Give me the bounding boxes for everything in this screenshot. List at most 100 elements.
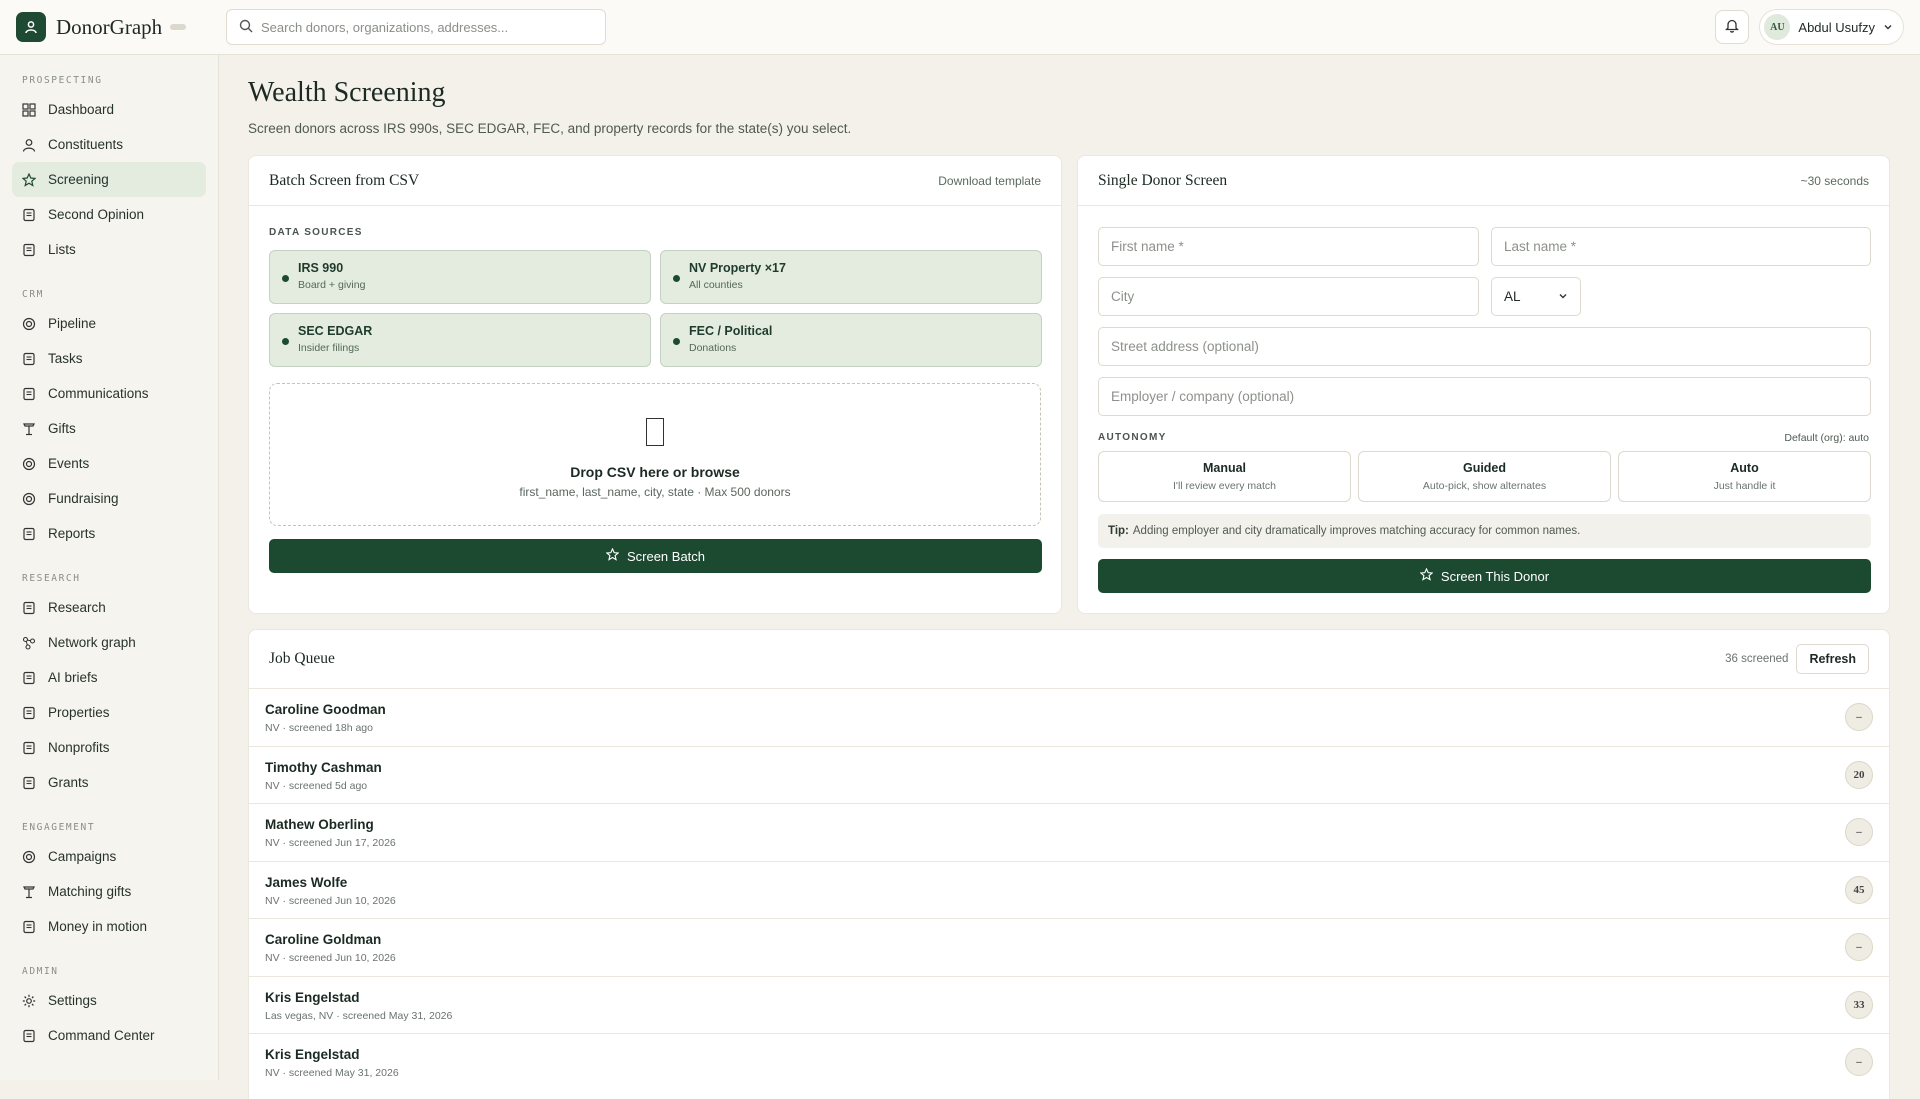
sidebar-item-dashboard[interactable]: Dashboard xyxy=(12,92,206,127)
table-row[interactable]: Caroline Goldman NV · screened Jun 10, 20… xyxy=(249,918,1889,975)
donor-name: Mathew Oberling xyxy=(265,817,374,832)
donor-meta: NV · screened 18h ago xyxy=(265,722,373,734)
download-template-link[interactable]: Download template xyxy=(938,174,1041,188)
trophy-icon xyxy=(22,885,36,899)
employer-field[interactable] xyxy=(1098,377,1871,416)
screen-donor-button[interactable]: Screen This Donor xyxy=(1098,559,1871,593)
sidebar-item-settings[interactable]: Settings xyxy=(12,983,206,1018)
screen-batch-button[interactable]: Screen Batch xyxy=(269,539,1042,573)
sidebar-item-network-graph[interactable]: Network graph xyxy=(12,625,206,660)
sidebar-item-matching-gifts[interactable]: Matching gifts xyxy=(12,874,206,909)
sidebar-item-label: Matching gifts xyxy=(48,884,132,899)
sidebar-section-label: ADMIN xyxy=(22,966,59,977)
sidebar-item-reports[interactable]: Reports xyxy=(12,516,206,551)
notifications-button[interactable] xyxy=(1715,10,1750,44)
autonomy-manual[interactable]: Manual I'll review every match xyxy=(1098,451,1351,502)
star-icon xyxy=(22,172,36,187)
sidebar-item-fundraising[interactable]: Fundraising xyxy=(12,481,206,516)
first-name-field[interactable] xyxy=(1098,227,1479,266)
score-badge: – xyxy=(1845,1048,1873,1076)
donor-meta: Las vegas, NV · screened May 31, 2026 xyxy=(265,1009,453,1022)
sidebar-item-label: Constituents xyxy=(48,137,124,152)
sidebar-item-ai-briefs[interactable]: AI briefs xyxy=(12,660,206,695)
city-input[interactable] xyxy=(1111,289,1466,304)
source-irs-990[interactable]: IRS 990 Board + giving xyxy=(269,250,651,304)
csv-dropzone[interactable]: Drop CSV here or browse first_name, last… xyxy=(269,383,1041,526)
sidebar-item-label: Research xyxy=(48,600,106,615)
donor-name: James Wolfe xyxy=(265,874,348,890)
autonomy-guided[interactable]: Guided Auto-pick, show alternates xyxy=(1358,451,1611,502)
street-input[interactable] xyxy=(1111,339,1858,354)
first-name-input[interactable] xyxy=(1111,239,1466,254)
sidebar-item-gifts[interactable]: Gifts xyxy=(12,411,206,446)
sidebar-item-label: Reports xyxy=(48,526,96,541)
source-fec-political[interactable]: FEC / Political Donations xyxy=(660,313,1042,367)
user-name: Abdul Usufzy xyxy=(1798,19,1875,35)
sidebar-item-constituents[interactable]: Constituents xyxy=(12,127,206,162)
screen-batch-label: Screen Batch xyxy=(626,548,706,564)
source-title: NV Property ×17 xyxy=(689,261,786,275)
doc-icon xyxy=(22,1029,36,1043)
option-sub: Auto-pick, show alternates xyxy=(1422,480,1547,492)
sidebar-item-properties[interactable]: Properties xyxy=(12,695,206,730)
employer-input[interactable] xyxy=(1111,389,1858,404)
last-name-input[interactable] xyxy=(1504,239,1858,254)
option-sub: Just handle it xyxy=(1713,480,1776,492)
table-row[interactable]: Caroline Goodman NV · screened 18h ago – xyxy=(249,688,1889,745)
sidebar-item-tasks[interactable]: Tasks xyxy=(12,341,206,376)
brand[interactable]: DonorGraph xyxy=(0,12,226,42)
source-sub: Insider filings xyxy=(298,342,360,354)
table-row[interactable]: James Wolfe NV · screened Jun 10, 2026 45 xyxy=(249,860,1889,918)
street-field[interactable] xyxy=(1098,327,1871,366)
table-row[interactable]: Timothy Cashman NV · screened 5d ago 20 xyxy=(249,745,1889,803)
state-select[interactable]: AL xyxy=(1491,277,1581,316)
source-sec-edgar[interactable]: SEC EDGAR Insider filings xyxy=(269,313,651,367)
sidebar-item-nonprofits[interactable]: Nonprofits xyxy=(12,730,206,765)
score-badge: – xyxy=(1845,933,1873,961)
source-dot xyxy=(282,275,289,282)
single-card-title: Single Donor Screen xyxy=(1098,171,1228,189)
target-icon xyxy=(22,457,36,471)
search-input[interactable] xyxy=(261,19,581,35)
sidebar-item-campaigns[interactable]: Campaigns xyxy=(12,839,206,874)
sidebar-item-communications[interactable]: Communications xyxy=(12,376,206,411)
sidebar-section-label: RESEARCH xyxy=(22,573,81,584)
table-row[interactable]: Mathew Oberling NV · screened Jun 17, 202… xyxy=(249,803,1889,860)
sidebar-item-label: Network graph xyxy=(48,635,136,650)
sidebar-item-lists[interactable]: Lists xyxy=(12,232,206,267)
sidebar-item-screening[interactable]: Screening xyxy=(12,162,206,197)
doc-icon xyxy=(22,671,36,685)
search-box[interactable] xyxy=(226,9,606,45)
doc-icon xyxy=(22,776,36,790)
file-icon xyxy=(646,418,664,446)
doc-icon xyxy=(22,741,36,755)
doc-icon xyxy=(22,387,36,401)
table-row[interactable]: Kris Engelstad Las vegas, NV · screened M… xyxy=(249,975,1889,1033)
source-dot xyxy=(673,338,680,345)
sidebar-item-command-center[interactable]: Command Center xyxy=(12,1018,206,1053)
sidebar-item-money-in-motion[interactable]: Money in motion xyxy=(12,909,206,944)
donor-name: Timothy Cashman xyxy=(265,759,382,775)
refresh-button[interactable]: Refresh xyxy=(1796,644,1869,674)
sidebar-section-label: PROSPECTING xyxy=(22,75,103,86)
doc-icon xyxy=(22,706,36,720)
sidebar-item-pipeline[interactable]: Pipeline xyxy=(12,306,206,341)
sidebar-item-label: Money in motion xyxy=(48,919,148,934)
donor-name: Kris Engelstad xyxy=(265,989,360,1005)
option-title: Manual xyxy=(1202,461,1247,475)
user-menu[interactable]: AU Abdul Usufzy xyxy=(1759,9,1904,45)
sidebar-item-label: Pipeline xyxy=(48,316,97,331)
table-row[interactable]: Kris Engelstad NV · screened May 31, 2026… xyxy=(249,1033,1889,1090)
sidebar-item-research[interactable]: Research xyxy=(12,590,206,625)
sidebar-item-label: AI briefs xyxy=(48,670,98,685)
autonomy-auto[interactable]: Auto Just handle it xyxy=(1618,451,1871,502)
last-name-field[interactable] xyxy=(1491,227,1871,266)
city-field[interactable] xyxy=(1098,277,1479,316)
sidebar-item-grants[interactable]: Grants xyxy=(12,765,206,800)
sidebar-item-events[interactable]: Events xyxy=(12,446,206,481)
sidebar-item-label: Command Center xyxy=(48,1028,155,1043)
source-nv-property[interactable]: NV Property ×17 All counties xyxy=(660,250,1042,304)
sidebar-item-second-opinion[interactable]: Second Opinion xyxy=(12,197,206,232)
sidebar: PROSPECTING Dashboard Constituents Screenin… xyxy=(0,55,219,1080)
sidebar-section-label: ENGAGEMENT xyxy=(22,822,96,833)
